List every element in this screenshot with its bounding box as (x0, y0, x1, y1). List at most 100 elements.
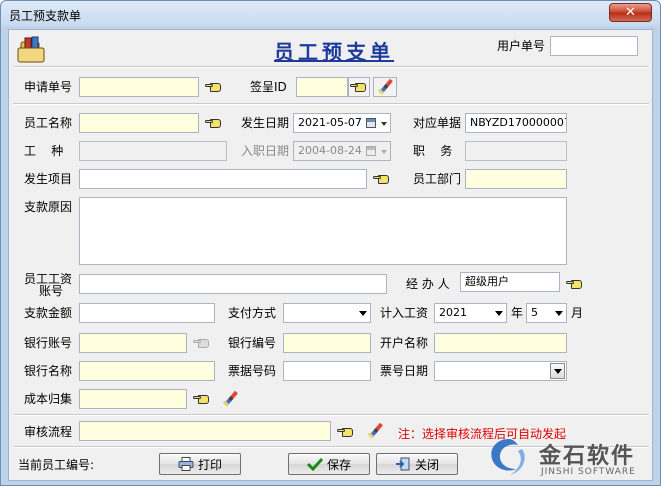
bank-code-input[interactable] (283, 333, 371, 353)
salary-account-input[interactable] (79, 274, 387, 294)
close-window-button[interactable]: ✕ (609, 3, 652, 22)
entry-date-picker: 2004-08-24 (293, 141, 391, 161)
entry-date-value: 2004-08-24 (298, 144, 362, 157)
sign-id-select-button[interactable] (348, 77, 370, 97)
hand-pointer-icon[interactable] (205, 117, 223, 129)
hand-pointer-icon (350, 81, 368, 93)
bill-no-input[interactable] (283, 361, 371, 381)
salary-period-label: 计入工资 (380, 306, 429, 320)
hand-pointer-icon[interactable] (373, 173, 391, 185)
hand-pointer-icon[interactable] (566, 278, 584, 290)
month-unit-label: 月 (571, 306, 584, 320)
divider (13, 414, 649, 416)
approval-flow-input[interactable] (79, 421, 331, 441)
occur-item-input[interactable] (79, 169, 367, 189)
pen-icon (376, 78, 394, 96)
bank-account-label: 银行账号 (24, 336, 73, 350)
checkmark-icon (306, 457, 323, 471)
watermark-brand: 金石软件 (539, 444, 636, 469)
window-title: 员工预支款单 (9, 9, 82, 23)
bank-name-input[interactable] (79, 361, 215, 381)
bank-account-input[interactable] (79, 333, 187, 353)
print-button-label: 打印 (197, 457, 222, 472)
employee-name-label: 员工名称 (24, 116, 73, 130)
occur-date-label: 发生日期 (241, 116, 290, 130)
position-label: 职 务 (413, 144, 453, 158)
bank-name-label: 银行名称 (24, 364, 73, 378)
handler-label: 经 办 人 (406, 277, 450, 291)
printer-icon (178, 457, 194, 471)
app-logo-icon (17, 36, 45, 63)
entry-date-label: 入职日期 (241, 144, 290, 158)
amount-input[interactable] (79, 303, 215, 323)
calendar-icon (366, 118, 376, 128)
calendar-icon (366, 146, 376, 156)
cost-center-input[interactable] (79, 389, 187, 409)
handler-input[interactable]: 超级用户 (460, 272, 560, 292)
bill-no-label: 票据号码 (228, 364, 277, 378)
account-name-input[interactable] (434, 333, 567, 353)
position-input (465, 141, 567, 161)
pen-icon[interactable] (366, 422, 384, 440)
current-emp-label: 当前员工编号: (18, 458, 95, 472)
reason-label: 支款原因 (24, 200, 73, 214)
salary-year-select[interactable]: 2021 (434, 303, 507, 323)
chevron-down-icon (495, 311, 503, 316)
save-button-label: 保存 (326, 457, 351, 472)
sign-id-input[interactable] (296, 77, 348, 97)
close-button-label: 关闭 (414, 457, 439, 472)
cost-center-label: 成本归集 (24, 392, 73, 406)
hand-pointer-icon[interactable] (205, 81, 223, 93)
close-button[interactable]: 关闭 (376, 453, 458, 475)
occur-date-value: 2021-05-07 (298, 116, 362, 129)
occur-date-picker[interactable]: 2021-05-07 (293, 113, 391, 133)
chevron-down-icon (381, 122, 387, 126)
account-name-label: 开户名称 (380, 336, 429, 350)
form-title: 员工预支单 (274, 40, 394, 64)
save-button[interactable]: 保存 (288, 453, 370, 475)
pay-method-select[interactable] (283, 303, 371, 323)
related-doc-input[interactable]: NBYZD170000007 (465, 113, 567, 133)
work-type-input (79, 141, 227, 161)
sign-id-label: 签呈ID (250, 80, 287, 94)
salary-month-select[interactable]: 5 (526, 303, 567, 323)
chevron-down-icon (381, 150, 387, 154)
year-unit-label: 年 (511, 306, 524, 320)
bill-date-label: 票号日期 (380, 364, 429, 378)
dept-input[interactable] (465, 169, 567, 189)
pay-method-label: 支付方式 (228, 306, 277, 320)
hand-pointer-icon[interactable] (193, 393, 211, 405)
chevron-down-icon (550, 363, 565, 379)
chevron-down-icon (555, 311, 563, 316)
salary-year-value: 2021 (439, 306, 467, 319)
dept-label: 员工部门 (413, 172, 462, 186)
close-icon: ✕ (625, 5, 636, 20)
salary-month-value: 5 (531, 306, 538, 319)
user-no-input[interactable] (550, 36, 638, 56)
form-client: 员工预支单 用户单号 申请单号 签呈ID 员工名称 发生日期 2021-05-0… (8, 29, 653, 481)
related-doc-label: 对应单据 (413, 116, 462, 130)
apply-no-input[interactable] (79, 77, 199, 97)
hand-pointer-icon (193, 337, 211, 349)
work-type-label: 工 种 (24, 144, 63, 158)
work-type-label-text: 工 种 (24, 144, 64, 158)
employee-name-input[interactable] (79, 113, 199, 133)
print-button[interactable]: 打印 (159, 453, 241, 475)
amount-label: 支款金额 (24, 306, 73, 320)
bank-code-label: 银行编号 (228, 336, 277, 350)
hand-pointer-icon[interactable] (337, 426, 355, 438)
titlebar: 员工预支款单 ✕ (1, 1, 660, 29)
reason-textarea[interactable] (79, 197, 567, 265)
approval-flow-label: 审核流程 (24, 425, 73, 439)
jinshi-logo-icon (491, 439, 525, 475)
divider (13, 66, 649, 68)
chevron-down-icon (359, 311, 367, 316)
window: 员工预支款单 ✕ 员工预支单 用户单号 申请单号 签呈ID 员工名称 发生日期 … (0, 0, 661, 486)
bill-date-select[interactable] (434, 361, 567, 381)
user-no-label: 用户单号 (497, 39, 546, 53)
sign-id-edit-button[interactable] (373, 77, 397, 97)
exit-door-icon (395, 457, 410, 471)
apply-no-label: 申请单号 (24, 80, 73, 94)
pen-icon[interactable] (221, 390, 239, 408)
divider (13, 103, 649, 105)
